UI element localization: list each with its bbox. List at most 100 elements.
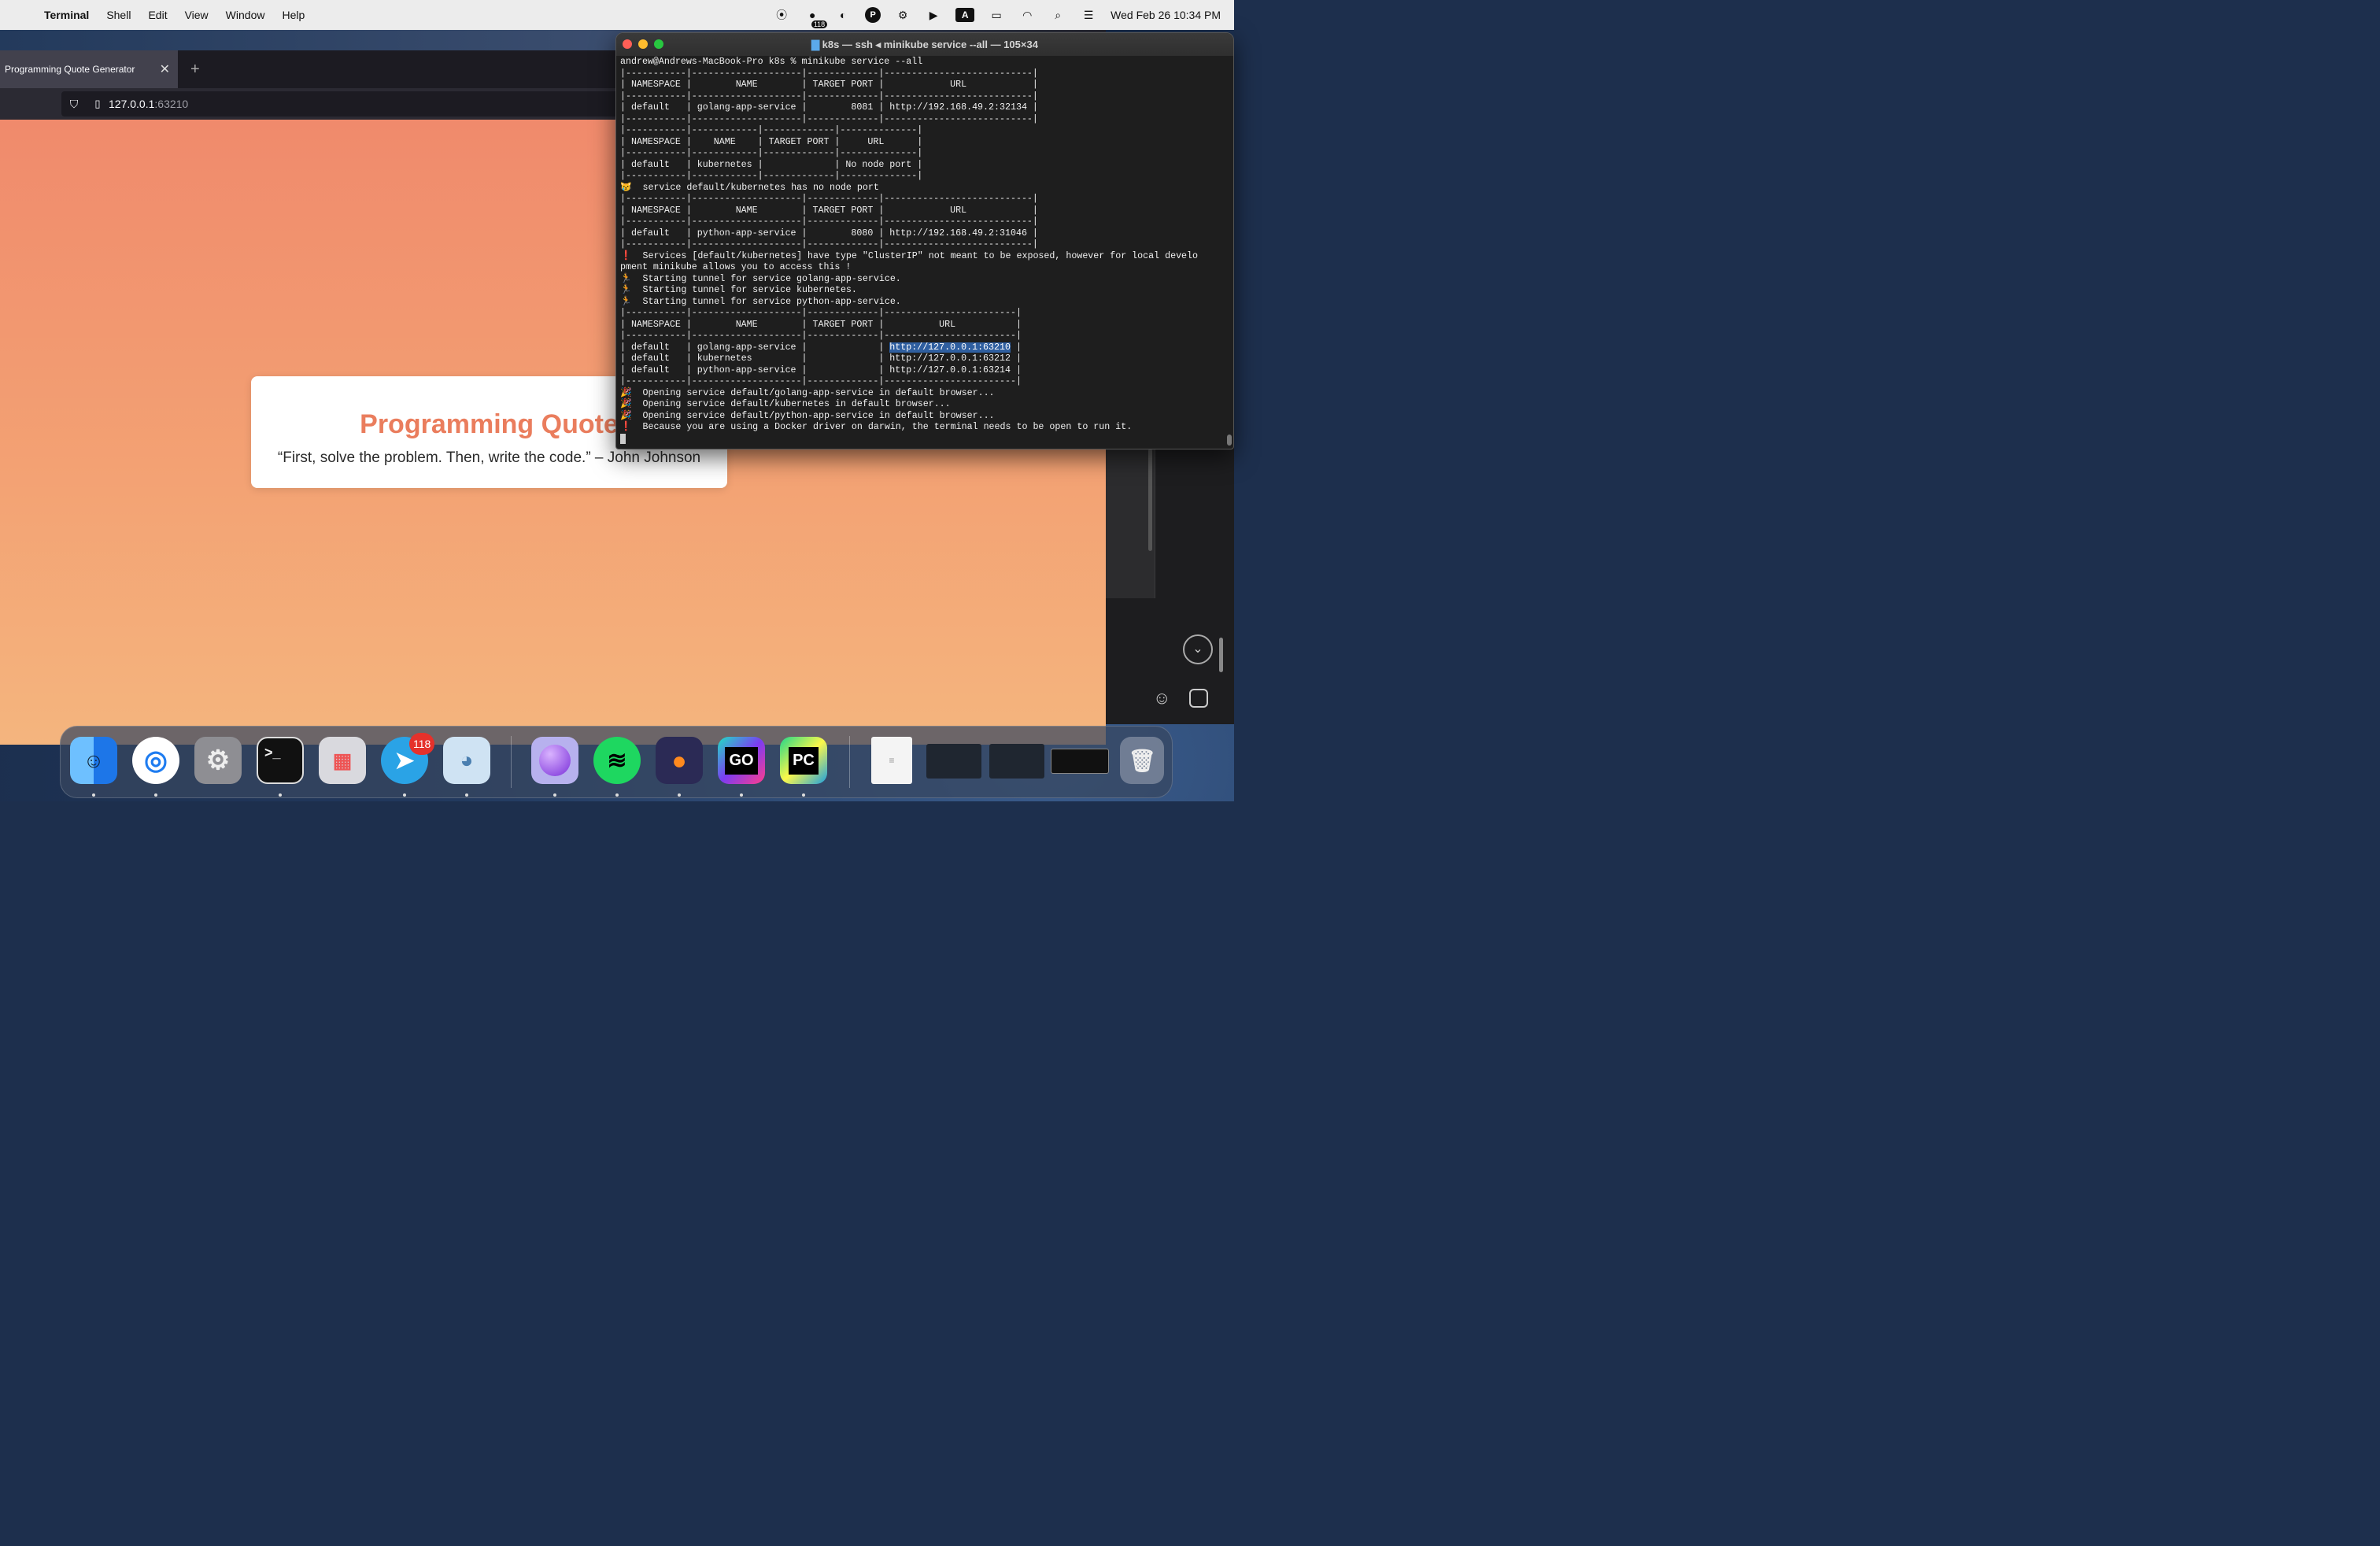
input-source-icon[interactable]: A [955, 8, 975, 22]
telegram-badge: 118 [409, 733, 435, 755]
terminal-app-icon[interactable]: >_ [257, 737, 304, 784]
running-indicator [403, 793, 406, 797]
close-window-button[interactable] [623, 39, 632, 49]
terminal-scrollbar[interactable] [1225, 60, 1232, 447]
warning-icon: ❗ [620, 422, 632, 432]
zoom-window-button[interactable] [654, 39, 663, 49]
contrast-icon[interactable]: ◐ [834, 6, 852, 24]
terminal-title: ▇ k8s — ssh ◂ minikube service --all — 1… [616, 39, 1233, 51]
panel-scrollbar[interactable] [1148, 449, 1152, 551]
terminal-line: |-----------|------------|-------------|… [620, 148, 923, 158]
terminal-line: |-----------|--------------------|------… [620, 376, 1022, 386]
terminal-line: 🎉 Opening service default/golang-app-ser… [620, 387, 995, 398]
terminal-line: 🏃 Starting tunnel for service python-app… [620, 296, 901, 307]
menu-view[interactable]: View [185, 9, 209, 21]
shield-icon[interactable]: ⛉ [61, 98, 87, 111]
search-icon[interactable]: ⌕ [1049, 6, 1066, 24]
menubar-clock[interactable]: Wed Feb 26 10:34 PM [1111, 9, 1221, 21]
goland-icon[interactable]: GO [718, 737, 765, 784]
pycharm-icon[interactable]: PC [780, 737, 827, 784]
dock: ☺ ◎ ⚙ >_ ▦ ➤ 118 ◕ ≋ ● GO PC ≡ 🗑 [60, 726, 1173, 798]
terminal-line: 🏃 Starting tunnel for service kubernetes… [620, 285, 857, 295]
terminal-line: | default | golang-app-service | 8081 | … [620, 102, 1038, 113]
terminal-line-text: Services [default/kubernetes] have type … [631, 250, 1199, 261]
terminal-line: |-----------|--------------------|------… [620, 113, 1038, 124]
folder-icon: ▇ [811, 38, 822, 50]
chat-scrollbar[interactable] [1219, 638, 1223, 672]
terminal-line: | NAMESPACE | NAME | TARGET PORT | URL | [620, 205, 1038, 216]
address-bar[interactable]: ⛉ ▯ 127.0.0.1:63210 [61, 91, 660, 117]
browser-tab[interactable]: Programming Quote Generator ✕ [0, 50, 178, 88]
terminal-line: |-----------|--------------------|------… [620, 308, 1022, 318]
selected-url[interactable]: http://127.0.0.1:63210 [889, 342, 1011, 353]
terminal-line: ❗ Services [default/kubernetes] have typ… [620, 251, 1226, 263]
terminal-line: | NAMESPACE | NAME | TARGET PORT | URL | [620, 80, 1038, 90]
terminal-line: |-----------|------------|-------------|… [620, 171, 923, 181]
trash-icon[interactable]: 🗑 [1120, 737, 1164, 784]
terminal-line: pment minikube allows you to access this… [620, 262, 852, 272]
terminal-line: |-----------|--------------------|------… [620, 331, 1022, 341]
minimized-terminal-window[interactable] [1051, 749, 1109, 774]
goland-label: GO [725, 746, 758, 775]
terminal-line: 🎉 Opening service default/python-app-ser… [620, 410, 995, 421]
url-host: 127.0.0.1 [109, 98, 155, 110]
menu-edit[interactable]: Edit [148, 9, 167, 21]
running-indicator [465, 793, 468, 797]
camera-icon[interactable] [1189, 689, 1208, 708]
menu-app-terminal[interactable]: Terminal [44, 9, 89, 21]
pycharm-label: PC [789, 746, 819, 775]
menu-bar: Terminal Shell Edit View Window Help ⦿ ●… [0, 0, 1234, 30]
terminal-line: | default | kubernetes | | No node port … [620, 159, 923, 170]
terminal-titlebar[interactable]: ▇ k8s — ssh ◂ minikube service --all — 1… [616, 33, 1233, 56]
terminal-prompt-line [620, 433, 1226, 446]
menu-help[interactable]: Help [282, 9, 305, 21]
safari-icon[interactable]: ◎ [132, 737, 179, 784]
terminal-line: | default | golang-app-service | | http:… [620, 342, 1226, 354]
terminal-line: |-----------|--------------------|------… [620, 91, 1038, 102]
dock-separator [511, 736, 512, 788]
wifi-icon[interactable]: ◠ [1018, 6, 1036, 24]
terminal-line: | default | kubernetes | | http://127.0.… [620, 353, 1022, 364]
record-status-icon[interactable]: ⦿ [773, 6, 790, 24]
page-info-icon[interactable]: ▯ [87, 98, 109, 110]
battery-icon[interactable]: ▭ [988, 6, 1005, 24]
orb-app-icon[interactable] [531, 737, 578, 784]
spotify-icon[interactable]: ≋ [593, 737, 641, 784]
p-app-icon[interactable]: P [865, 7, 881, 23]
running-indicator [92, 793, 95, 797]
terminal-line: 😿 service default/kubernetes has no node… [620, 182, 879, 193]
terminal-line: |-----------|--------------------|------… [620, 194, 1038, 204]
new-tab-icon[interactable]: + [190, 61, 200, 79]
scrollbar-thumb[interactable] [1227, 435, 1232, 446]
terminal-line: andrew@Andrews-MacBook-Pro k8s % minikub… [620, 57, 923, 67]
menu-shell[interactable]: Shell [106, 9, 131, 21]
scroll-down-icon[interactable]: ⌄ [1183, 634, 1213, 664]
minimized-window-2[interactable] [989, 744, 1044, 779]
document-stack-icon[interactable]: ≡ [871, 737, 912, 784]
close-tab-icon[interactable]: ✕ [157, 61, 173, 77]
emoji-icon[interactable]: ☺ [1153, 688, 1170, 708]
system-settings-icon[interactable]: ⚙ [194, 737, 242, 784]
running-indicator [279, 793, 282, 797]
anime-character-icon[interactable]: ◕ [443, 737, 490, 784]
terminal-line: 🎉 Opening service default/kubernetes in … [620, 399, 951, 409]
minimized-window-1[interactable] [926, 744, 981, 779]
running-indicator [553, 793, 556, 797]
terminal-line: | default | python-app-service | 8080 | … [620, 227, 1038, 239]
messaging-status-icon[interactable]: ● 118 [804, 6, 828, 28]
terminal-line: | default | python-app-service | | http:… [620, 364, 1022, 375]
terminal-line: 🏃 Starting tunnel for service golang-app… [620, 273, 901, 284]
warning-icon: ❗ [620, 250, 632, 261]
terminal-line: |-----------|--------------------|------… [620, 68, 1038, 79]
terminal-output[interactable]: andrew@Andrews-MacBook-Pro k8s % minikub… [620, 57, 1226, 446]
play-icon[interactable]: ▶ [925, 6, 942, 24]
launchpad-icon[interactable]: ▦ [319, 737, 366, 784]
control-center-icon[interactable]: ☰ [1080, 6, 1097, 24]
tools-icon[interactable]: ⚙ [894, 6, 911, 24]
menu-window[interactable]: Window [226, 9, 265, 21]
finder-icon[interactable]: ☺ [70, 737, 117, 784]
firefox-icon[interactable]: ● [656, 737, 703, 784]
text-cursor [620, 433, 626, 444]
minimize-window-button[interactable] [638, 39, 648, 49]
running-indicator [678, 793, 681, 797]
